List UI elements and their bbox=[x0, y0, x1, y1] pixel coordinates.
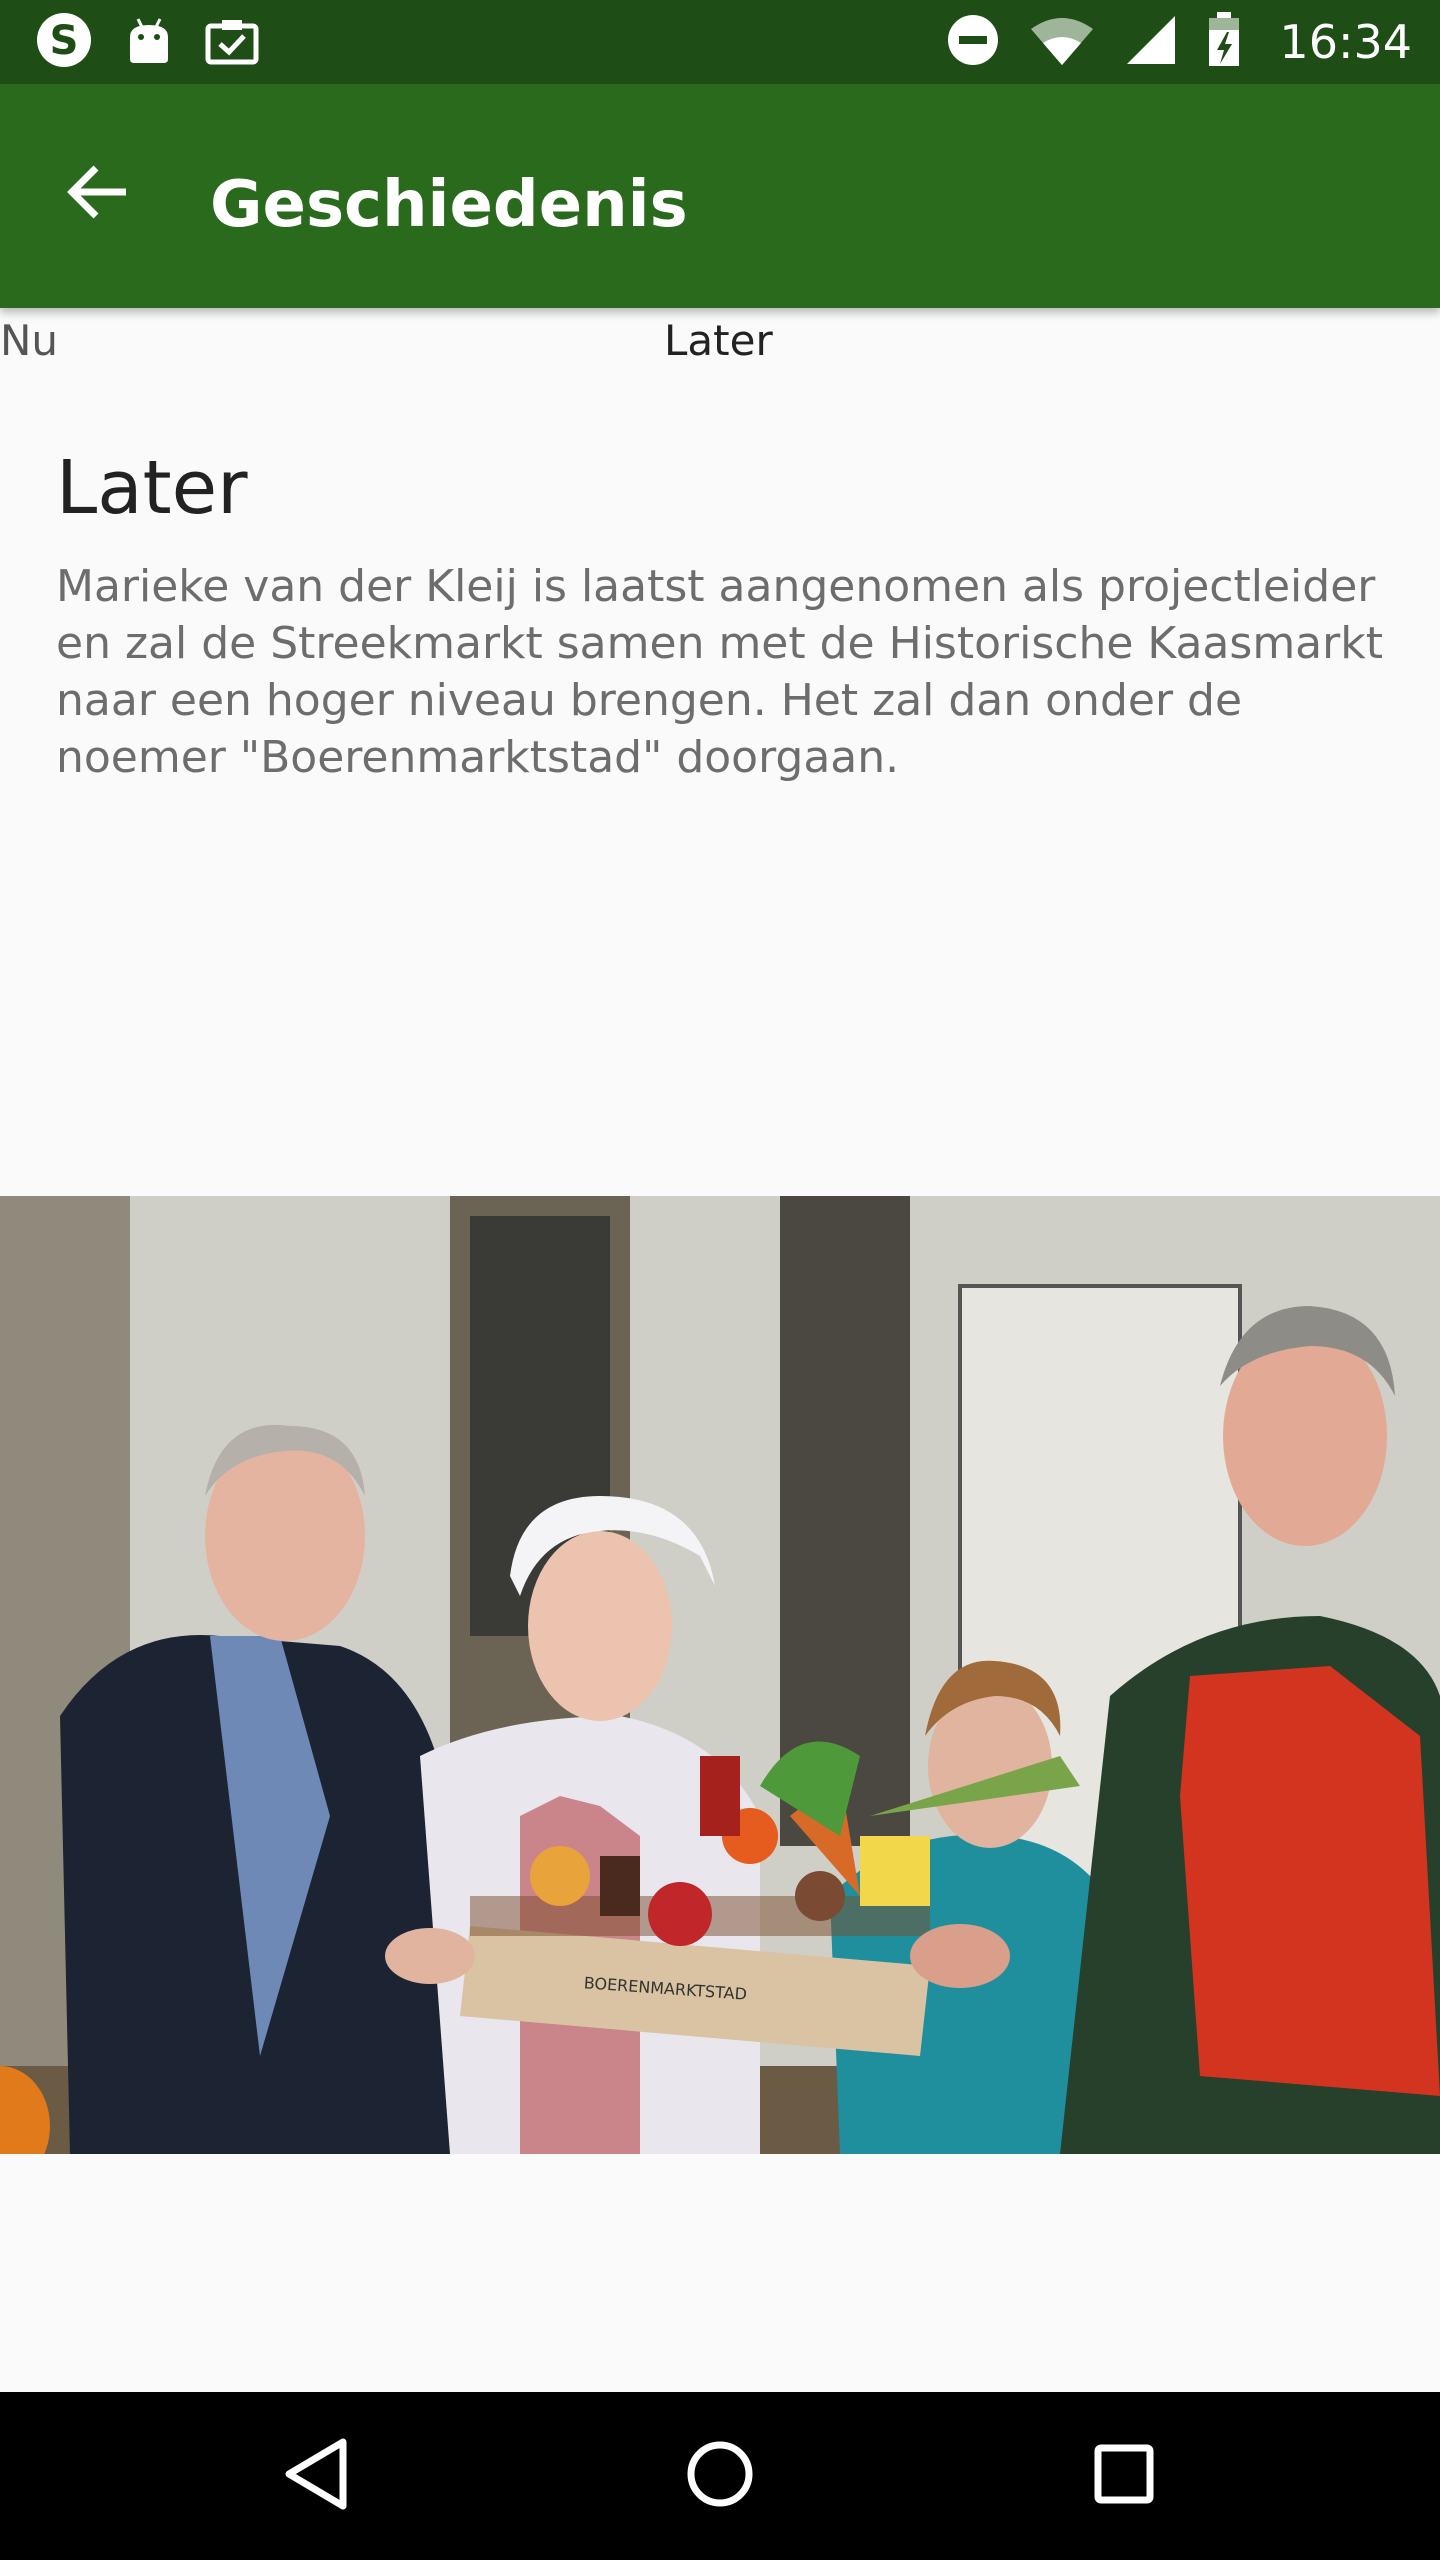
do-not-disturb-icon bbox=[947, 14, 999, 70]
back-button[interactable] bbox=[58, 154, 138, 234]
wifi-icon bbox=[1029, 15, 1095, 69]
nav-back-button[interactable] bbox=[266, 2426, 366, 2526]
skype-icon: S bbox=[34, 10, 94, 74]
app-bar: Geschiedenis bbox=[0, 84, 1440, 308]
status-time: 16:34 bbox=[1279, 15, 1412, 69]
navigation-bar bbox=[0, 2392, 1440, 2560]
svg-text:S: S bbox=[50, 18, 79, 64]
triangle-back-icon bbox=[281, 2436, 351, 2516]
nav-recents-button[interactable] bbox=[1074, 2426, 1174, 2526]
clipboard-check-icon bbox=[204, 14, 260, 70]
tab-later[interactable]: Later bbox=[664, 316, 773, 365]
section-body: Marieke van der Kleij is laatst aangenom… bbox=[56, 561, 1383, 783]
square-recents-icon bbox=[1092, 2442, 1156, 2510]
android-icon bbox=[124, 15, 174, 69]
tab-nu[interactable]: Nu bbox=[0, 316, 58, 365]
battery-icon bbox=[1207, 12, 1241, 72]
section-heading: Later bbox=[56, 445, 248, 531]
circle-home-icon bbox=[685, 2439, 755, 2513]
status-bar-notifications: S bbox=[34, 10, 260, 74]
market-photo: BOERENMARKTSTAD bbox=[0, 1196, 1440, 2154]
signal-icon bbox=[1125, 14, 1177, 70]
nav-home-button[interactable] bbox=[670, 2426, 770, 2526]
arrow-back-icon bbox=[66, 164, 130, 224]
status-bar-system: 16:34 bbox=[947, 12, 1412, 72]
status-bar: S 16:34 bbox=[0, 0, 1440, 84]
page-title: Geschiedenis bbox=[210, 168, 688, 242]
